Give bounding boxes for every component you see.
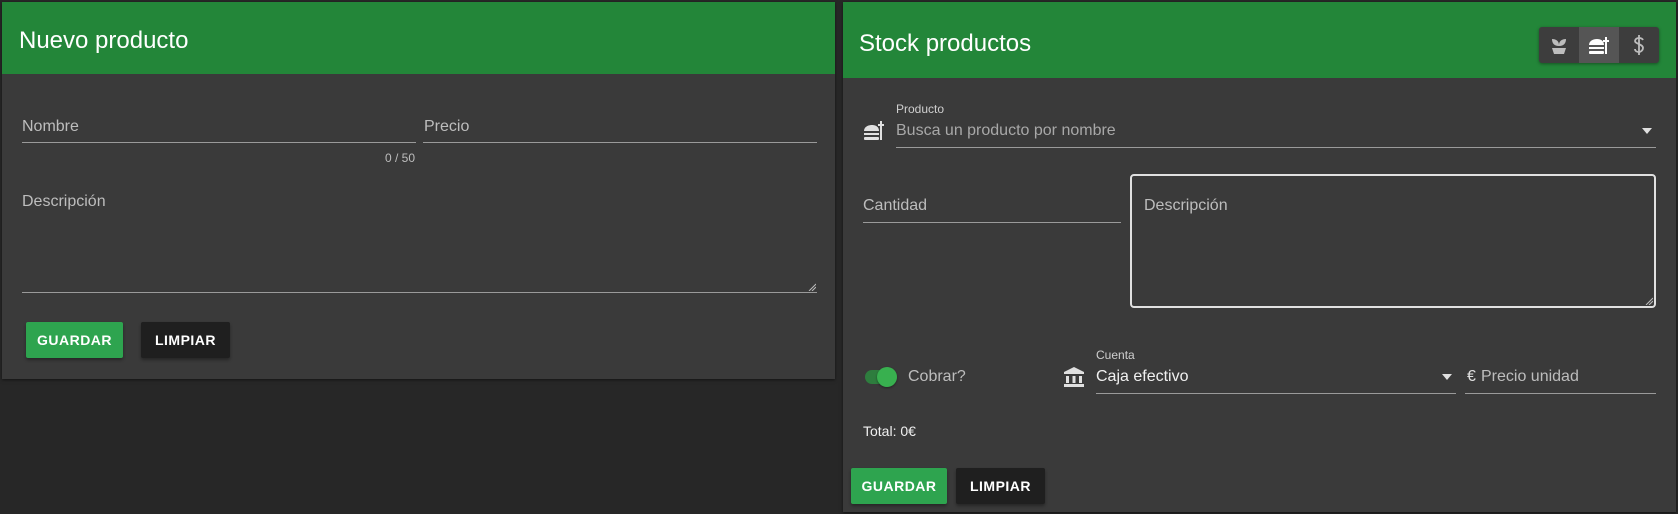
currency-symbol: € <box>1467 368 1476 385</box>
name-field[interactable]: Nombre <box>22 102 416 144</box>
toggle-seedling-button[interactable] <box>1539 27 1579 63</box>
resize-handle-icon[interactable] <box>808 283 816 291</box>
chevron-down-icon[interactable] <box>1642 128 1652 134</box>
unit-price-label: Precio unidad <box>1481 368 1579 385</box>
product-food-icon <box>864 121 884 140</box>
name-label: Nombre <box>22 118 79 135</box>
view-toggle-group <box>1539 27 1659 63</box>
charge-switch-thumb <box>877 367 897 387</box>
stock-header: Stock productos <box>843 2 1676 78</box>
product-autocomplete[interactable]: Producto Busca un producto por nombre <box>896 102 1656 148</box>
new-product-description-label: Descripción <box>22 193 106 210</box>
stock-title: Stock productos <box>859 30 1032 57</box>
name-counter: 0 / 50 <box>385 151 416 165</box>
toggle-food-button[interactable] <box>1579 27 1619 63</box>
account-label: Cuenta <box>1096 348 1135 362</box>
account-value: Caja efectivo <box>1096 368 1189 385</box>
unit-price-underline <box>1465 393 1656 394</box>
price-underline <box>423 142 817 143</box>
name-underline <box>22 142 416 143</box>
stock-description-label: Descripción <box>1144 197 1228 214</box>
bank-icon <box>1064 367 1084 387</box>
new-product-description-field[interactable]: Descripción <box>22 182 817 294</box>
stock-card: Stock productos Producto Busca un produc… <box>843 2 1676 512</box>
product-underline <box>896 147 1656 148</box>
stock-clear-button[interactable]: LIMPIAR <box>956 468 1045 504</box>
new-product-save-button[interactable]: GUARDAR <box>26 322 123 358</box>
seedling-icon <box>1552 39 1566 54</box>
stock-description-field[interactable]: Descripción <box>1130 174 1656 308</box>
product-label: Producto <box>896 102 945 116</box>
quantity-field[interactable]: Cantidad <box>863 182 1121 224</box>
charge-label: Cobrar? <box>908 368 966 385</box>
quantity-label: Cantidad <box>863 197 928 214</box>
new-product-card: Nuevo producto Nombre 0 / 50 Precio Desc… <box>2 2 835 379</box>
account-chevron-down-icon[interactable] <box>1442 374 1452 380</box>
total-text: Total: 0€ <box>863 423 916 439</box>
stock-save-button[interactable]: GUARDAR <box>851 468 947 504</box>
new-product-clear-button[interactable]: LIMPIAR <box>141 322 230 358</box>
price-label: Precio <box>424 118 470 135</box>
dollar-icon <box>1634 35 1644 55</box>
stock-resize-handle-icon[interactable] <box>1645 297 1653 305</box>
new-product-header: Nuevo producto <box>2 2 835 74</box>
product-search-placeholder: Busca un producto por nombre <box>896 122 1116 139</box>
new-product-title: Nuevo producto <box>19 27 189 54</box>
account-underline <box>1096 393 1456 394</box>
quantity-underline <box>863 222 1121 223</box>
account-select[interactable]: Cuenta Caja efectivo <box>1096 348 1456 394</box>
charge-switch[interactable] <box>863 366 899 388</box>
toggle-dollar-button[interactable] <box>1619 27 1659 63</box>
unit-price-field[interactable]: € Precio unidad <box>1465 348 1656 394</box>
price-field[interactable]: Precio <box>423 102 817 144</box>
food-icon <box>1589 37 1609 54</box>
new-product-description-underline <box>22 292 817 293</box>
